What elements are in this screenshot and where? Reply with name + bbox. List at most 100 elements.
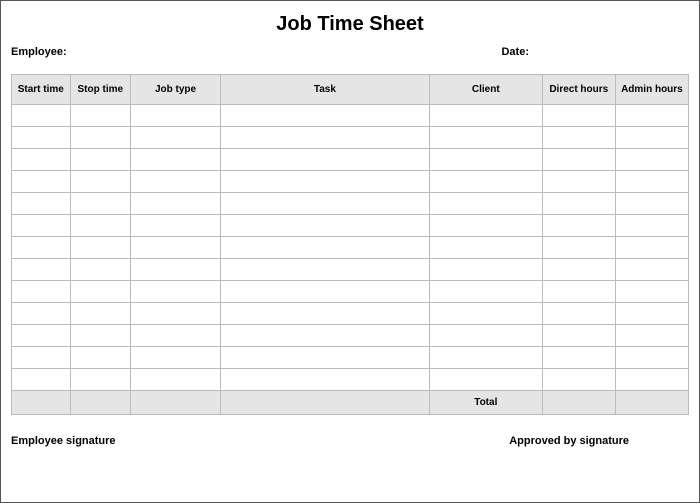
table-cell — [542, 347, 615, 369]
table-cell — [12, 237, 71, 259]
table-row — [12, 105, 689, 127]
table-cell — [12, 215, 71, 237]
table-cell — [429, 347, 542, 369]
table-cell — [542, 259, 615, 281]
table-cell — [220, 281, 429, 303]
table-row — [12, 237, 689, 259]
table-cell — [220, 259, 429, 281]
table-cell — [12, 149, 71, 171]
col-direct-hours: Direct hours — [542, 75, 615, 105]
table-cell — [131, 259, 221, 281]
table-cell — [131, 347, 221, 369]
table-cell — [12, 369, 71, 391]
table-cell — [615, 303, 688, 325]
table-cell — [220, 215, 429, 237]
table-cell — [70, 259, 131, 281]
timesheet-table: Start time Stop time Job type Task Clien… — [11, 74, 689, 415]
table-cell — [131, 105, 221, 127]
table-cell — [220, 193, 429, 215]
table-cell — [542, 171, 615, 193]
table-cell — [220, 325, 429, 347]
table-cell — [429, 369, 542, 391]
table-cell — [131, 303, 221, 325]
total-row: Total — [12, 391, 689, 415]
table-cell — [220, 347, 429, 369]
table-cell — [429, 193, 542, 215]
table-cell — [131, 325, 221, 347]
table-cell — [220, 237, 429, 259]
table-cell — [70, 193, 131, 215]
table-cell — [429, 303, 542, 325]
table-cell — [131, 193, 221, 215]
table-row — [12, 369, 689, 391]
col-admin-hours: Admin hours — [615, 75, 688, 105]
table-cell — [429, 259, 542, 281]
col-client: Client — [429, 75, 542, 105]
table-cell — [131, 369, 221, 391]
table-cell — [220, 303, 429, 325]
table-cell — [12, 105, 71, 127]
table-cell — [542, 127, 615, 149]
table-cell — [220, 369, 429, 391]
table-cell — [542, 281, 615, 303]
col-job-type: Job type — [131, 75, 221, 105]
table-cell — [70, 237, 131, 259]
table-cell — [615, 347, 688, 369]
table-cell — [615, 171, 688, 193]
date-label: Date: — [501, 46, 529, 58]
table-cell — [12, 303, 71, 325]
table-cell — [429, 215, 542, 237]
table-cell — [131, 171, 221, 193]
table-cell — [429, 325, 542, 347]
table-cell — [542, 105, 615, 127]
signature-row: Employee signature Approved by signature — [11, 435, 689, 447]
table-cell — [131, 127, 221, 149]
table-row — [12, 303, 689, 325]
table-cell — [615, 127, 688, 149]
table-cell — [12, 325, 71, 347]
table-cell — [220, 149, 429, 171]
table-cell — [542, 149, 615, 171]
table-row — [12, 171, 689, 193]
table-row — [12, 127, 689, 149]
table-cell — [615, 369, 688, 391]
table-cell — [615, 237, 688, 259]
table-cell — [429, 281, 542, 303]
employee-label: Employee: — [11, 46, 67, 58]
table-cell — [615, 105, 688, 127]
table-cell — [70, 149, 131, 171]
table-cell — [542, 325, 615, 347]
table-cell — [429, 105, 542, 127]
table-cell — [615, 149, 688, 171]
col-stop-time: Stop time — [70, 75, 131, 105]
table-row — [12, 281, 689, 303]
table-cell — [12, 171, 71, 193]
table-cell — [429, 127, 542, 149]
table-cell — [70, 369, 131, 391]
table-row — [12, 259, 689, 281]
table-cell — [220, 127, 429, 149]
page-title: Job Time Sheet — [11, 13, 689, 36]
table-cell — [615, 215, 688, 237]
table-header-row: Start time Stop time Job type Task Clien… — [12, 75, 689, 105]
table-cell — [615, 281, 688, 303]
table-row — [12, 325, 689, 347]
table-cell — [12, 193, 71, 215]
table-cell — [615, 259, 688, 281]
table-cell — [70, 127, 131, 149]
table-cell — [70, 347, 131, 369]
table-cell — [131, 215, 221, 237]
table-cell — [131, 149, 221, 171]
table-cell — [615, 325, 688, 347]
table-cell — [70, 325, 131, 347]
table-cell — [220, 171, 429, 193]
table-cell — [429, 149, 542, 171]
table-row — [12, 347, 689, 369]
meta-row: Employee: Date: — [11, 46, 689, 58]
table-row — [12, 215, 689, 237]
table-cell — [131, 281, 221, 303]
total-label: Total — [429, 391, 542, 415]
table-cell — [131, 237, 221, 259]
table-cell — [70, 105, 131, 127]
table-cell — [70, 171, 131, 193]
